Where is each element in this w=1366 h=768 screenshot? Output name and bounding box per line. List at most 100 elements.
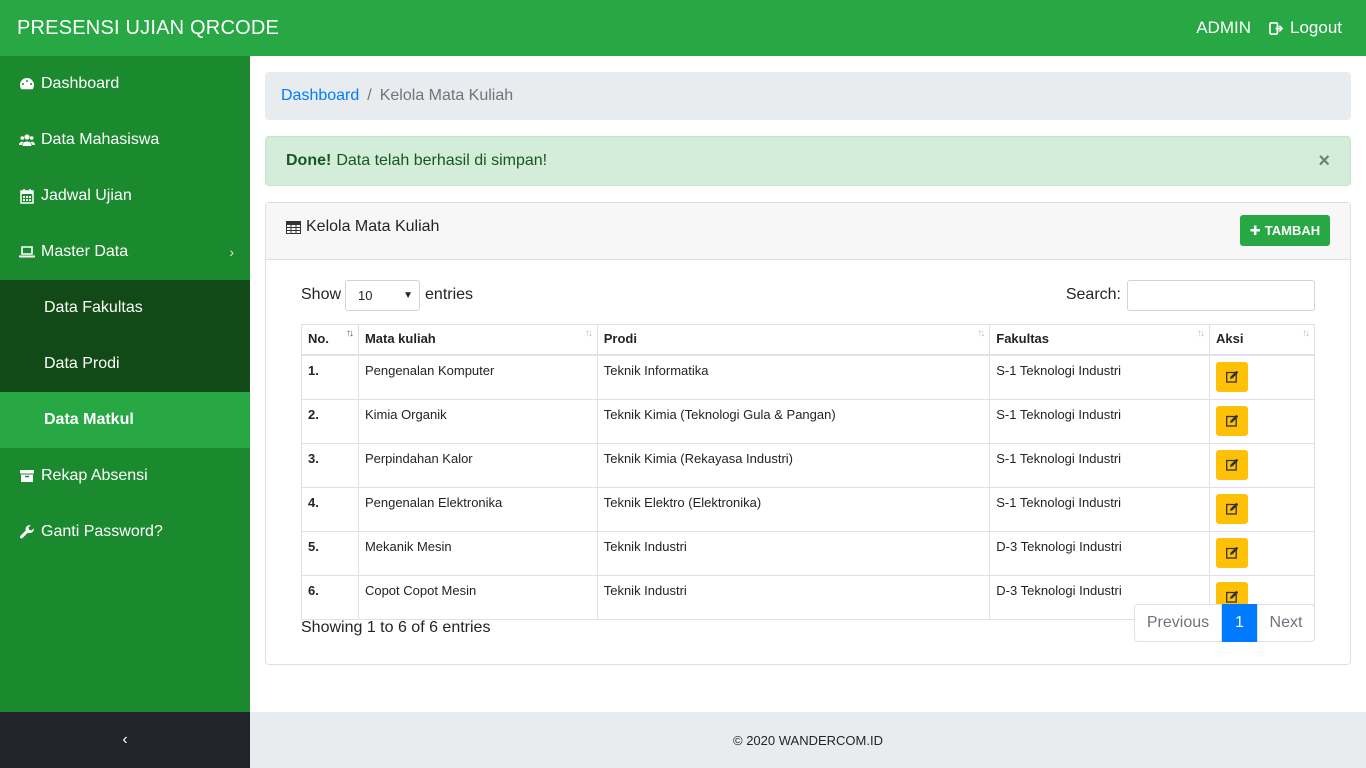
cell-fakultas: S-1 Teknologi Industri (989, 486, 1211, 532)
app-title[interactable]: PRESENSI UJIAN QRCODE (17, 17, 279, 40)
edit-button[interactable] (1216, 361, 1249, 392)
sidebar-item-label: Data Mahasiswa (41, 131, 160, 148)
cell-no: 6. (301, 574, 359, 620)
sidebar-item-rekap-absensi[interactable]: Rekap Absensi (0, 448, 250, 504)
top-navbar: PRESENSI UJIAN QRCODE ADMIN Logout (0, 0, 1366, 56)
page-1-button[interactable]: 1 (1222, 604, 1257, 642)
card-title-text: Kelola Mata Kuliah (306, 218, 440, 235)
card-title: Kelola Mata Kuliah (286, 218, 439, 236)
sidebar-item-jadwal-ujian[interactable]: Jadwal Ujian (0, 168, 250, 224)
dashboard-icon (18, 76, 35, 93)
laptop-icon (18, 244, 35, 261)
page-length-select[interactable]: 10 ▼ (345, 279, 421, 311)
cell-mata-kuliah: Kimia Organik (357, 398, 598, 444)
edit-icon (1225, 458, 1238, 471)
sort-icon: ↑↓ (977, 328, 985, 339)
cell-aksi (1209, 530, 1315, 576)
cell-fakultas: S-1 Teknologi Industri (989, 442, 1211, 488)
column-header-aksi[interactable]: Aksi ↑↓ (1209, 324, 1315, 356)
chevron-left-icon: ‹ (122, 731, 128, 748)
cell-fakultas: S-1 Teknologi Industri (989, 398, 1211, 444)
archive-icon (18, 468, 35, 485)
user-name[interactable]: ADMIN (1196, 18, 1251, 38)
sidebar-item-data-fakultas[interactable]: Data Fakultas (0, 280, 250, 336)
next-page-button[interactable]: Next (1257, 604, 1315, 642)
sidebar-item-ganti-password[interactable]: Ganti Password? (0, 504, 250, 560)
footer: © 2020 WANDERCOM.ID (250, 712, 1366, 768)
cell-no: 4. (301, 486, 359, 532)
cell-aksi (1209, 442, 1315, 488)
cell-aksi (1209, 486, 1315, 532)
page-length-value: 10 (358, 287, 373, 303)
cell-no: 2. (301, 398, 359, 444)
users-icon (18, 132, 35, 149)
sidebar-item-master-data[interactable]: Master Data › (0, 224, 250, 280)
cell-aksi (1209, 398, 1315, 444)
column-header-no[interactable]: No. ↑↓ (301, 324, 359, 356)
sidebar-toggle-button[interactable]: ‹ (0, 712, 250, 768)
add-button-label: TAMBAH (1264, 223, 1321, 238)
sidebar-item-data-prodi[interactable]: Data Prodi (0, 336, 250, 392)
page-length-control: Show 10 ▼ entries (301, 279, 473, 311)
sidebar-item-label: Master Data (41, 243, 129, 260)
edit-icon (1225, 546, 1238, 559)
sidebar-item-label: Rekap Absensi (41, 467, 148, 484)
main-content: Dashboard / Kelola Mata Kuliah Done! Dat… (250, 56, 1366, 712)
table-row: 3. Perpindahan Kalor Teknik Kimia (Rekay… (301, 442, 1315, 488)
breadcrumb-separator: / (367, 87, 372, 104)
cell-mata-kuliah: Perpindahan Kalor (357, 442, 598, 488)
search-label: Search: (1065, 286, 1121, 303)
sort-icon: ↑↓ (1197, 328, 1205, 339)
calendar-icon (18, 188, 35, 205)
breadcrumb-current: Kelola Mata Kuliah (379, 87, 514, 104)
cell-mata-kuliah: Pengenalan Elektronika (357, 486, 598, 532)
sidebar-item-label: Data Prodi (44, 355, 120, 372)
sidebar-item-dashboard[interactable]: Dashboard (0, 56, 250, 112)
edit-button[interactable] (1216, 405, 1249, 436)
sidebar-item-data-mahasiswa[interactable]: Data Mahasiswa (0, 112, 250, 168)
close-icon[interactable]: × (1318, 150, 1330, 173)
cell-prodi: Teknik Elektro (Elektronika) (596, 486, 991, 532)
column-header-fakultas[interactable]: Fakultas ↑↓ (989, 324, 1211, 356)
table-row: 2. Kimia Organik Teknik Kimia (Teknologi… (301, 398, 1315, 444)
table-row: 5. Mekanik Mesin Teknik Industri D-3 Tek… (301, 530, 1315, 576)
breadcrumb-link-dashboard[interactable]: Dashboard (281, 87, 359, 105)
success-alert: Done! Data telah berhasil di simpan! × (265, 136, 1351, 186)
footer-copyright: © 2020 WANDERCOM.ID (733, 732, 883, 748)
search-input[interactable] (1127, 279, 1315, 311)
logout-link[interactable]: Logout (1269, 18, 1342, 38)
cell-prodi: Teknik Industri (596, 530, 991, 576)
cell-prodi: Teknik Informatika (596, 354, 991, 400)
edit-icon (1225, 414, 1238, 427)
edit-icon (1225, 370, 1238, 383)
table-info: Showing 1 to 6 of 6 entries (301, 619, 491, 636)
cell-no: 3. (301, 442, 359, 488)
cell-aksi (1209, 354, 1315, 400)
edit-button[interactable] (1216, 493, 1249, 524)
edit-button[interactable] (1216, 537, 1249, 568)
cell-fakultas: D-3 Teknologi Industri (989, 530, 1211, 576)
table-row: 4. Pengenalan Elektronika Teknik Elektro… (301, 486, 1315, 532)
sort-asc-icon: ↑↓ (345, 328, 354, 339)
edit-icon (1225, 502, 1238, 515)
add-matkul-button[interactable]: ✚ TAMBAH (1240, 215, 1330, 246)
plus-icon: ✚ (1249, 222, 1261, 238)
sidebar-item-data-matkul[interactable]: Data Matkul (0, 392, 250, 448)
cell-no: 5. (301, 530, 359, 576)
column-header-mata-kuliah[interactable]: Mata kuliah ↑↓ (357, 324, 598, 356)
matkul-table: No. ↑↓ Mata kuliah ↑↓ Prodi ↑↓ Fakultas ↑↓ A… (301, 324, 1315, 620)
caret-down-icon: ▼ (403, 289, 414, 301)
sidebar: Dashboard Data Mahasiswa Jadwal Ujian Ma… (0, 56, 250, 712)
edit-button[interactable] (1216, 449, 1249, 480)
sidebar-item-label: Dashboard (41, 75, 120, 92)
cell-mata-kuliah: Pengenalan Komputer (357, 354, 598, 400)
cell-mata-kuliah: Copot Copot Mesin (357, 574, 598, 620)
alert-message: Data telah berhasil di simpan! (336, 152, 548, 169)
matkul-card: Kelola Mata Kuliah ✚ TAMBAH Show 10 ▼ en… (265, 202, 1351, 665)
cell-mata-kuliah: Mekanik Mesin (357, 530, 598, 576)
sort-icon: ↑↓ (1302, 328, 1310, 339)
cell-no: 1. (301, 354, 359, 400)
previous-page-button[interactable]: Previous (1134, 604, 1222, 642)
column-header-prodi[interactable]: Prodi ↑↓ (596, 324, 991, 356)
chevron-right-icon: › (229, 244, 234, 260)
